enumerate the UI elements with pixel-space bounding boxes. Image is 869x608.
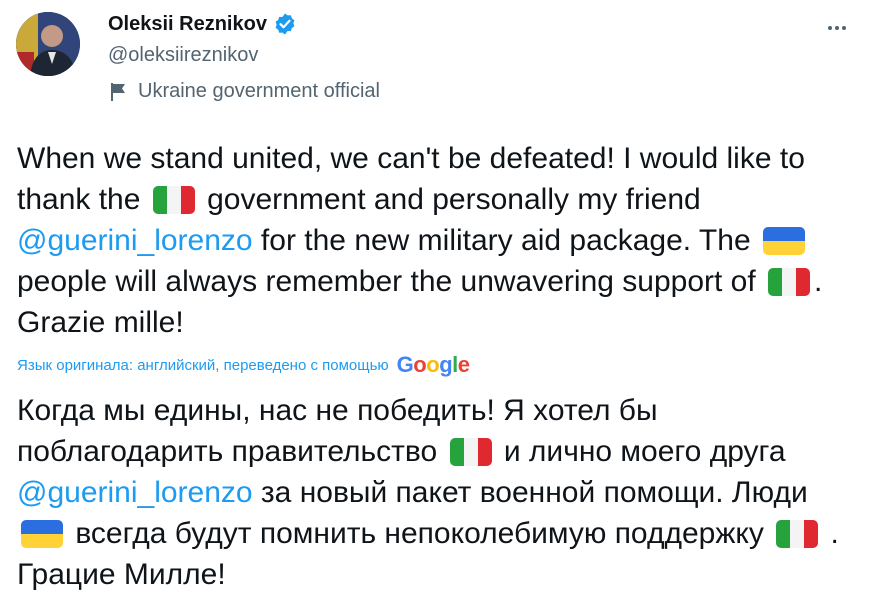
ukraine-flag-emoji [21,520,63,548]
italy-flag-emoji [776,520,819,548]
tweet-text-segment: и лично моего друга [495,435,786,468]
government-label-text: Ukraine government official [138,80,380,102]
tweet-text-segment: за новый пакет военной помощи. Люди [252,476,808,509]
mention-link[interactable]: @guerini_lorenzo [17,476,253,509]
tweet-text-segment: всегда будут помнить непоколебимую подде… [67,517,773,550]
verified-badge-icon [275,13,295,35]
tweet-text-segment: government and personally my friend [198,183,701,216]
google-logo: Google [396,352,470,377]
flag-icon [111,82,125,101]
author-handle[interactable]: @oleksiireznikov [108,44,258,67]
government-label[interactable]: Ukraine government official [108,80,380,103]
tweet-header: Oleksii Reznikov @oleksiireznikov Ukrain… [0,0,869,120]
more-options-button[interactable] [821,12,853,44]
italy-flag-emoji [152,186,195,214]
tweet-text-segment: people will always remember the unwaveri… [17,265,765,298]
tweet-text-original: When we stand united, we can't be defeat… [17,138,857,343]
italy-flag-emoji [449,438,492,466]
more-options-icon [828,26,846,30]
name-line: Oleksii Reznikov [108,12,297,36]
italy-flag-emoji [768,268,811,296]
mention-link[interactable]: @guerini_lorenzo [17,224,253,257]
avatar[interactable] [16,12,80,76]
translation-notice-text: Язык оригинала: английский, переведено с… [17,356,389,374]
tweet-text-segment: for the new military aid package. The [252,224,759,257]
ukraine-flag-emoji [762,227,805,255]
tweet-text-translated: Когда мы едины, нас не победить! Я хотел… [17,390,857,595]
translation-notice[interactable]: Язык оригинала: английский, переведено с… [17,352,470,378]
author-name[interactable]: Oleksii Reznikov [108,13,267,36]
